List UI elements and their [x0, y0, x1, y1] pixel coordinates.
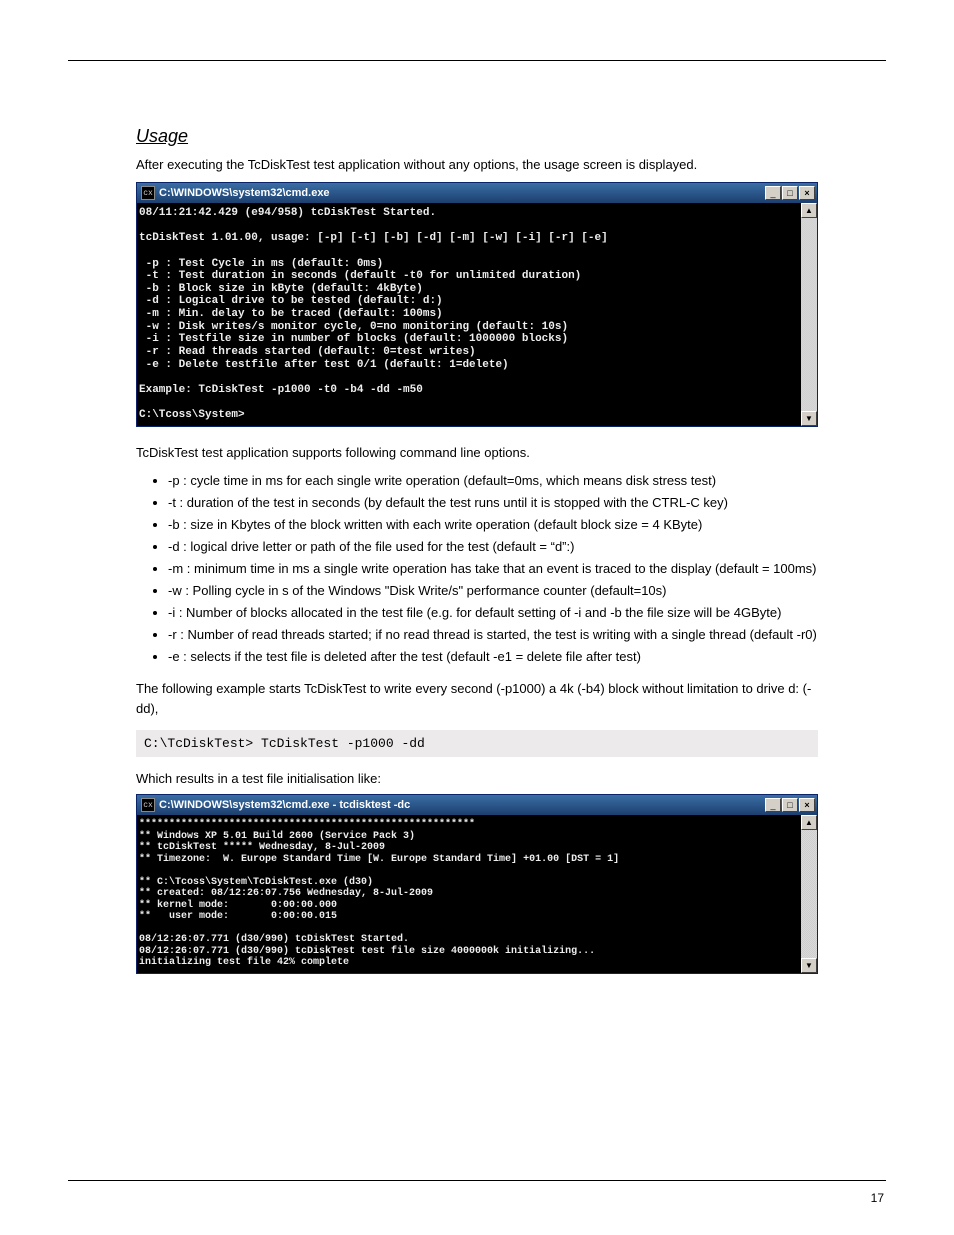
- scrollbar[interactable]: ▲ ▼: [801, 815, 817, 973]
- page-number: 17: [871, 1191, 884, 1205]
- caption-text: Which results in a test file initialisat…: [136, 771, 818, 786]
- cmd-window-usage: cx C:\WINDOWS\system32\cmd.exe _ □ × 08/…: [136, 182, 818, 427]
- bottom-rule: [68, 1180, 886, 1181]
- top-rule: [68, 60, 886, 61]
- option-item: -b : size in Kbytes of the block written…: [168, 514, 818, 536]
- command-line-example: C:\TcDiskTest> TcDiskTest -p1000 -dd: [136, 730, 818, 757]
- section-heading: Usage: [136, 126, 886, 147]
- close-button[interactable]: ×: [799, 186, 815, 200]
- option-item: -t : duration of the test in seconds (by…: [168, 492, 818, 514]
- scroll-track[interactable]: [801, 830, 817, 958]
- scroll-track[interactable]: [801, 218, 817, 411]
- window-title: C:\WINDOWS\system32\cmd.exe: [159, 187, 765, 199]
- option-item: -d : logical drive letter or path of the…: [168, 536, 818, 558]
- options-intro: TcDiskTest test application supports fol…: [136, 443, 818, 464]
- scroll-down-button[interactable]: ▼: [801, 411, 817, 426]
- maximize-button[interactable]: □: [782, 186, 798, 200]
- example-text: The following example starts TcDiskTest …: [136, 679, 818, 721]
- scroll-up-button[interactable]: ▲: [801, 815, 817, 830]
- scrollbar[interactable]: ▲ ▼: [801, 203, 817, 426]
- maximize-button[interactable]: □: [782, 798, 798, 812]
- option-item: -e : selects if the test file is deleted…: [168, 646, 818, 668]
- option-item: -w : Polling cycle in s of the Windows "…: [168, 580, 818, 602]
- page-content: Usage After executing the TcDiskTest tes…: [68, 78, 886, 1165]
- option-item: -m : minimum time in ms a single write o…: [168, 558, 818, 580]
- titlebar[interactable]: cx C:\WINDOWS\system32\cmd.exe - tcdiskt…: [137, 795, 817, 815]
- options-list: -p : cycle time in ms for each single wr…: [168, 470, 818, 669]
- cmd-window-init: cx C:\WINDOWS\system32\cmd.exe - tcdiskt…: [136, 794, 818, 974]
- minimize-button[interactable]: _: [765, 798, 781, 812]
- scroll-up-button[interactable]: ▲: [801, 203, 817, 218]
- lead-paragraph: After executing the TcDiskTest test appl…: [136, 157, 818, 172]
- option-item: -i : Number of blocks allocated in the t…: [168, 602, 818, 624]
- option-item: -p : cycle time in ms for each single wr…: [168, 470, 818, 492]
- scroll-down-button[interactable]: ▼: [801, 958, 817, 973]
- console-output: 08/11:21:42.429 (e94/958) tcDiskTest Sta…: [137, 203, 801, 426]
- option-item: -r : Number of read threads started; if …: [168, 624, 818, 646]
- titlebar[interactable]: cx C:\WINDOWS\system32\cmd.exe _ □ ×: [137, 183, 817, 203]
- window-title: C:\WINDOWS\system32\cmd.exe - tcdisktest…: [159, 799, 765, 811]
- minimize-button[interactable]: _: [765, 186, 781, 200]
- cmd-icon: cx: [141, 798, 155, 812]
- console-output: ****************************************…: [137, 815, 801, 973]
- close-button[interactable]: ×: [799, 798, 815, 812]
- cmd-icon: cx: [141, 186, 155, 200]
